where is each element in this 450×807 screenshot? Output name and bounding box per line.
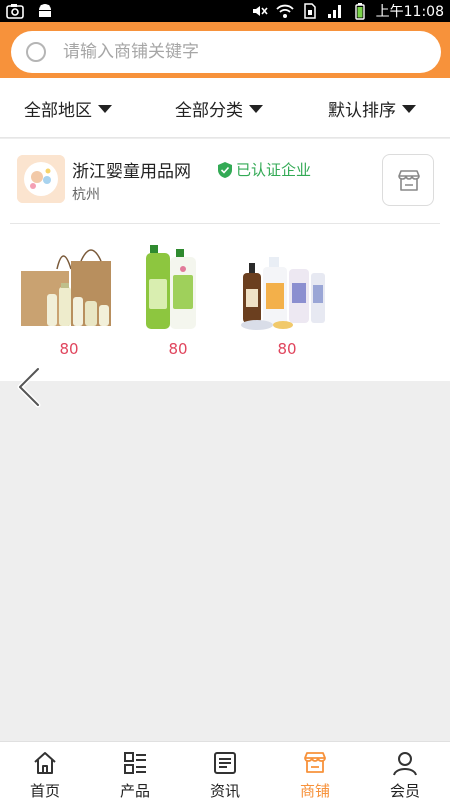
search-header: 请输入商铺关键字	[0, 22, 450, 78]
tab-member[interactable]: 会员	[360, 742, 450, 807]
divider	[10, 223, 440, 224]
filter-category[interactable]: 全部分类	[175, 96, 263, 121]
tab-shop-label: 商铺	[299, 782, 330, 800]
product-price: 80	[168, 340, 188, 358]
shop-card[interactable]: 浙江婴童用品网 已认证企业 杭州 80 80 80	[0, 139, 450, 381]
mute-icon	[252, 6, 268, 16]
member-icon	[393, 752, 417, 776]
product-grid-icon	[124, 752, 146, 774]
product-item[interactable]: 80	[128, 239, 228, 358]
filter-bar: 全部地区 全部分类 默认排序	[0, 78, 450, 138]
shop-city: 杭州	[72, 187, 100, 203]
screenshot-icon	[6, 4, 24, 19]
status-bar: 上午11:08	[0, 0, 450, 22]
tab-home-label: 首页	[29, 782, 60, 800]
tab-product[interactable]: 产品	[90, 742, 180, 807]
storefront-icon	[398, 170, 420, 191]
filter-region[interactable]: 全部地区	[24, 96, 112, 121]
product-image	[237, 239, 337, 334]
verified-shield-icon	[218, 161, 232, 178]
product-price: 80	[277, 340, 297, 358]
home-icon	[34, 752, 56, 774]
enter-store-button[interactable]	[382, 154, 434, 206]
bottom-tab-bar: 首页 产品 资讯 商铺 会员	[0, 741, 450, 807]
shop-logo	[17, 155, 65, 203]
battery-icon	[354, 3, 365, 20]
filter-category-label: 全部分类	[175, 101, 243, 121]
news-icon	[214, 752, 236, 774]
filter-sort[interactable]: 默认排序	[328, 96, 416, 121]
search-input[interactable]: 请输入商铺关键字	[63, 41, 199, 63]
filter-region-label: 全部地区	[24, 101, 92, 121]
caret-down-icon	[249, 104, 263, 113]
tab-shop[interactable]: 商铺	[270, 742, 360, 807]
sim-icon	[303, 3, 316, 19]
caret-down-icon	[98, 104, 112, 113]
android-icon	[39, 4, 51, 17]
tab-member-label: 会员	[389, 782, 420, 800]
search-bar[interactable]: 请输入商铺关键字	[11, 31, 441, 73]
shop-icon	[304, 752, 326, 773]
product-image	[19, 239, 119, 334]
product-item[interactable]: 80	[237, 239, 337, 358]
wifi-icon	[275, 4, 294, 18]
product-item[interactable]: 80	[19, 239, 119, 358]
tab-product-label: 产品	[119, 782, 150, 800]
verified-badge: 已认证企业	[218, 159, 311, 180]
tab-home[interactable]: 首页	[0, 742, 90, 807]
search-icon	[26, 42, 46, 62]
back-arrow-icon[interactable]	[14, 365, 42, 409]
filter-sort-label: 默认排序	[328, 101, 396, 121]
caret-down-icon	[402, 104, 416, 113]
status-time: 上午11:08	[375, 4, 444, 20]
product-price: 80	[59, 340, 79, 358]
product-image	[128, 239, 228, 334]
signal-icon	[327, 5, 341, 18]
tab-news-label: 资讯	[209, 782, 240, 800]
verified-label: 已认证企业	[236, 161, 312, 179]
tab-news[interactable]: 资讯	[180, 742, 270, 807]
shop-name: 浙江婴童用品网	[72, 162, 191, 182]
